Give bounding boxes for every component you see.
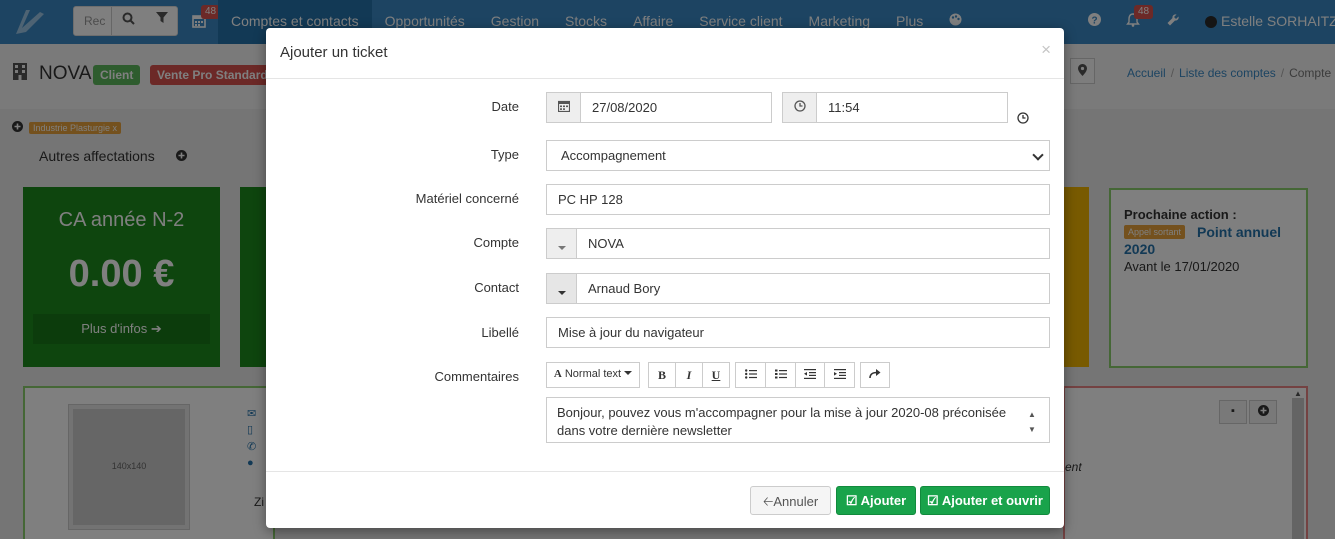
outdent-icon[interactable] <box>796 363 825 387</box>
add-label: Ajouter <box>860 493 907 508</box>
compte-input[interactable]: NOVA <box>576 228 1050 259</box>
time-input[interactable]: 11:54 <box>816 92 1008 123</box>
clock-addon[interactable] <box>782 92 817 123</box>
calendar-addon[interactable] <box>546 92 581 123</box>
redo-button[interactable] <box>860 362 890 388</box>
text-style-dropdown[interactable]: A Normal text <box>546 362 640 388</box>
format-toolbar: B I U <box>648 362 730 388</box>
modal-header: Ajouter un ticket × <box>266 28 1064 79</box>
materiel-input[interactable]: PC HP 128 <box>546 184 1050 215</box>
cancel-label: Annuler <box>773 494 819 509</box>
cancel-button[interactable]: 🡠Annuler <box>750 486 831 515</box>
caret-down-icon <box>624 371 633 375</box>
redo-icon <box>861 363 889 387</box>
underline-button[interactable]: U <box>703 363 729 387</box>
date-label: Date <box>491 99 519 114</box>
compte-dropdown-toggle[interactable] <box>546 228 577 259</box>
add-button[interactable]: ☑ Ajouter <box>836 486 916 515</box>
commentaires-textarea[interactable]: Bonjour, pouvez vous m'accompagner pour … <box>546 397 1050 443</box>
modal-title: Ajouter un ticket <box>280 44 388 61</box>
commentaires-text: Bonjour, pouvez vous m'accompagner pour … <box>557 405 1007 438</box>
check-square-icon: ☑ <box>845 493 858 508</box>
textarea-scrollbar[interactable]: ▲ ▼ <box>1027 407 1037 437</box>
close-icon[interactable]: × <box>1041 40 1051 60</box>
libelle-label: Libellé <box>481 325 519 340</box>
chevron-down-icon <box>1032 149 1044 161</box>
numbered-list-icon[interactable] <box>766 363 796 387</box>
contact-dropdown-toggle[interactable] <box>546 273 577 304</box>
text-style-label: Normal text <box>564 368 622 380</box>
clock-icon[interactable] <box>1017 112 1029 127</box>
add-and-open-button[interactable]: ☑ Ajouter et ouvrir <box>920 486 1050 515</box>
compte-label: Compte <box>473 235 519 250</box>
caret-down-icon <box>557 291 566 295</box>
add-open-label: Ajouter et ouvrir <box>941 493 1043 508</box>
libelle-input[interactable]: Mise à jour du navigateur <box>546 317 1050 348</box>
bullet-list-icon[interactable] <box>736 363 766 387</box>
add-ticket-modal: Ajouter un ticket × Date 27/08/2020 11:5… <box>266 28 1064 528</box>
modal-footer: 🡠Annuler ☑ Ajouter ☑ Ajouter et ouvrir <box>266 471 1064 528</box>
type-select[interactable]: Accompagnement <box>546 140 1050 171</box>
arrow-left-icon: 🡠 <box>762 494 774 509</box>
contact-label: Contact <box>474 280 519 295</box>
indent-icon[interactable] <box>825 363 854 387</box>
caret-down-icon <box>557 246 566 250</box>
materiel-label: Matériel concerné <box>415 191 519 206</box>
date-input[interactable]: 27/08/2020 <box>580 92 772 123</box>
font-icon: A <box>553 368 562 380</box>
list-toolbar <box>735 362 855 388</box>
type-label: Type <box>490 147 519 162</box>
italic-button[interactable]: I <box>676 363 703 387</box>
check-square-icon: ☑ <box>927 493 939 508</box>
contact-input[interactable]: Arnaud Bory <box>576 273 1050 304</box>
bold-button[interactable]: B <box>649 363 676 387</box>
type-selected-value: Accompagnement <box>561 148 666 163</box>
commentaires-label: Commentaires <box>434 369 519 384</box>
